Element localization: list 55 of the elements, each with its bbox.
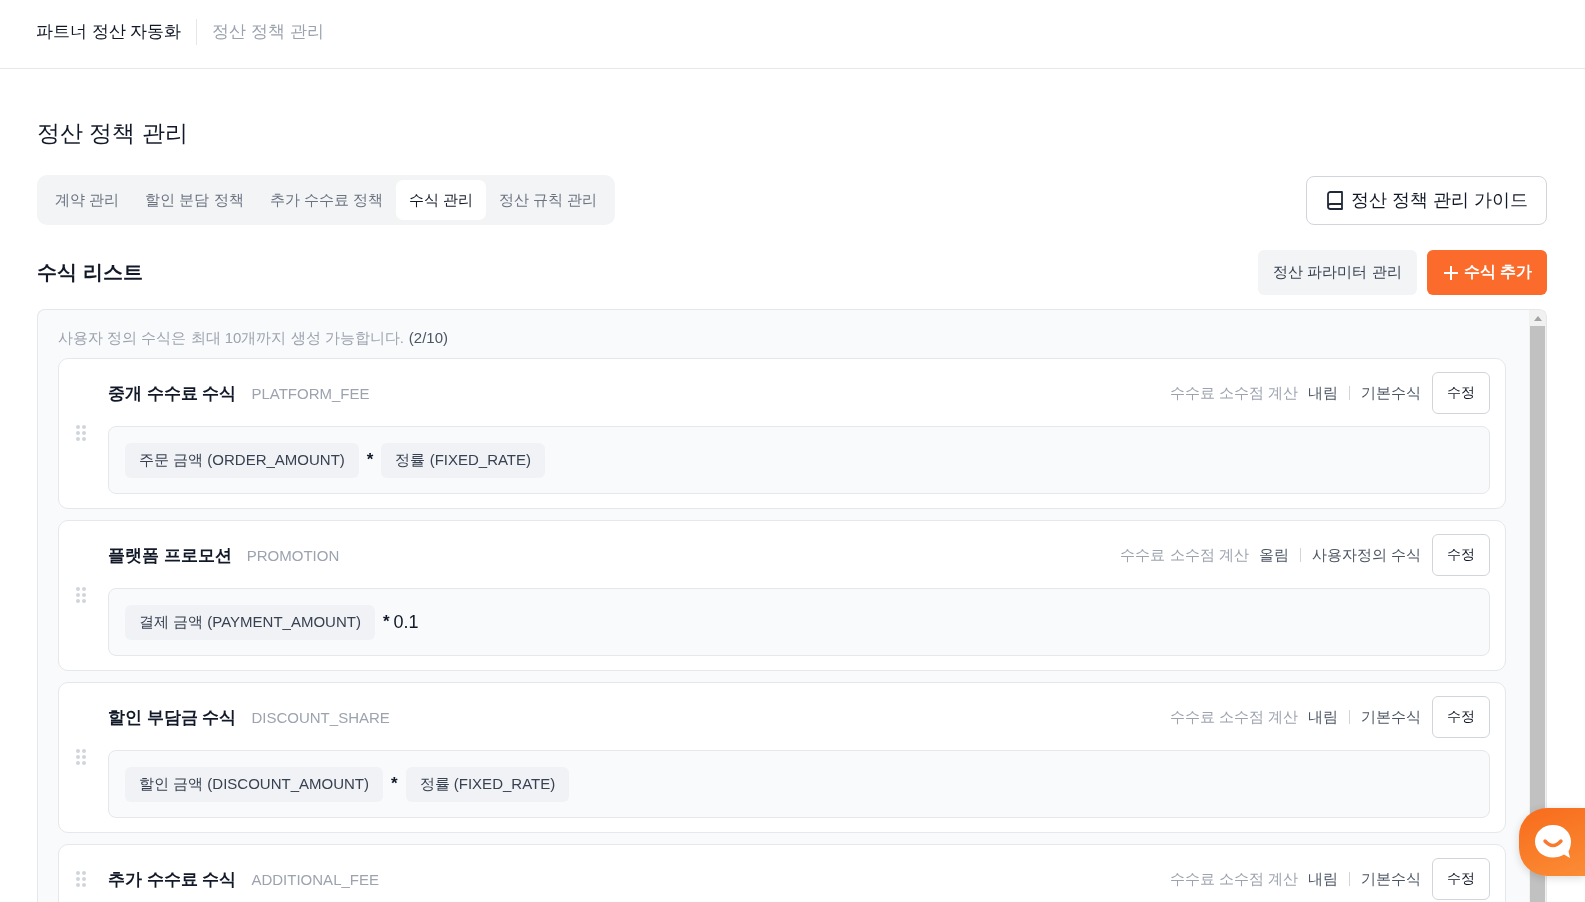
formula-code: DISCOUNT_SHARE [251, 708, 390, 726]
drag-handle-icon[interactable] [76, 587, 86, 603]
tab[interactable]: 추가 수수료 정책 [256, 180, 396, 220]
formula-type: 기본수식 [1361, 383, 1421, 403]
operator-text: * [382, 612, 390, 632]
formula-name: 추가 수수료 수식 [108, 868, 237, 891]
parameter-token: 정률 (FIXED_RATE) [381, 442, 546, 478]
edit-button[interactable]: 수정 [1432, 858, 1490, 900]
drag-handle-icon[interactable] [76, 749, 86, 765]
formula-code: PROMOTION [246, 546, 340, 564]
parameter-token: 할인 금액 (DISCOUNT_AMOUNT) [125, 766, 383, 802]
formula-type: 사용자정의 수식 [1311, 545, 1421, 565]
section-title: 수식 리스트 [37, 260, 143, 285]
constant-value: 0.1 [393, 611, 419, 633]
rounding-value: 내림 [1308, 383, 1338, 403]
rounding-label: 수수료 소수점 계산 [1169, 383, 1298, 403]
rounding-value: 올림 [1258, 545, 1289, 565]
parameter-token: 결제 금액 (PAYMENT_AMOUNT) [125, 604, 375, 640]
rounding-value: 내림 [1308, 707, 1338, 727]
edit-button[interactable]: 수정 [1432, 372, 1490, 414]
operator-text: * [366, 450, 374, 470]
formula-name: 플랫폼 프로모션 [108, 544, 232, 567]
operator-text: * [391, 774, 398, 794]
drag-handle-icon[interactable] [76, 871, 86, 887]
app-title: 파트너 정산 자동화 [36, 21, 182, 43]
scroll-up-arrow-icon[interactable] [1533, 316, 1542, 321]
rounding-label: 수수료 소수점 계산 [1120, 545, 1249, 565]
book-icon [1327, 190, 1343, 210]
parameter-token: 정률 (FIXED_RATE) [405, 766, 570, 802]
page-title: 정산 정책 관리 [37, 119, 188, 148]
drag-handle-icon[interactable] [76, 425, 86, 441]
breadcrumb-current: 정산 정책 관리 [212, 21, 324, 43]
rounding-label: 수수료 소수점 계산 [1169, 707, 1298, 727]
rounding-value: 내림 [1308, 869, 1338, 889]
plus-icon [1443, 265, 1458, 280]
chat-bubble-icon [1533, 823, 1573, 861]
tab[interactable]: 정산 규칙 관리 [486, 180, 611, 220]
edit-button[interactable]: 수정 [1432, 696, 1490, 738]
formula-name: 할인 부담금 수식 [108, 706, 237, 729]
parameter-button[interactable]: 정산 파라미터 관리 [1258, 250, 1417, 295]
tab[interactable]: 수식 관리 [395, 180, 487, 220]
limit-note: 사용자 정의 수식은 최대 10개까지 생성 가능합니다. [58, 328, 404, 348]
rounding-label: 수수료 소수점 계산 [1169, 869, 1298, 889]
formula-type: 기본수식 [1361, 707, 1421, 727]
formula-count: (2/10) [408, 328, 449, 348]
parameter-token: 주문 금액 (ORDER_AMOUNT) [125, 442, 359, 478]
formula-code: ADDITIONAL_FEE [251, 870, 379, 888]
tab[interactable]: 할인 분담 정책 [132, 180, 257, 220]
formula-code: PLATFORM_FEE [251, 384, 370, 402]
tab[interactable]: 계약 관리 [42, 180, 133, 220]
chat-button[interactable] [1519, 808, 1585, 876]
formula-name: 중개 수수료 수식 [108, 382, 237, 405]
edit-button[interactable]: 수정 [1432, 534, 1490, 576]
guide-button[interactable]: 정산 정책 관리 가이드 [1306, 175, 1547, 225]
formula-type: 기본수식 [1361, 869, 1421, 889]
